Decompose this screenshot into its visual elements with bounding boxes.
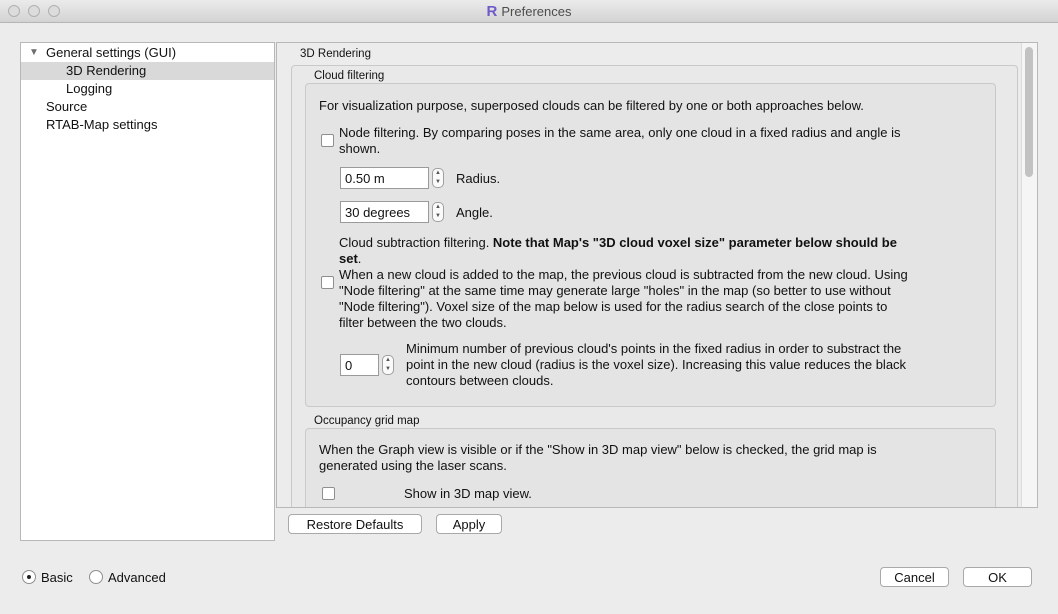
title-bar: RPreferences [0,0,1058,23]
radius-stepper[interactable]: ▲▼ [432,168,444,188]
node-filtering-line2: shown. [339,141,901,157]
node-filtering-checkbox[interactable] [321,134,334,147]
cancel-button[interactable]: Cancel [880,567,949,587]
tree-item-label: 3D Rendering [66,62,146,80]
cloud-subtraction-desc-line4: filter between the two clouds. [339,315,908,331]
advanced-radio-label[interactable]: Advanced [108,570,166,585]
show-in-3d-map-label: Show in 3D map view. [404,486,532,501]
apply-button[interactable]: Apply [436,514,502,534]
tree-item-logging[interactable]: Logging [21,80,274,98]
min-points-desc-line3: contours between clouds. [406,373,906,389]
cloud-subtraction-desc-line1: When a new cloud is added to the map, th… [339,267,908,283]
tree-item-rtab-map-settings[interactable]: RTAB-Map settings [21,116,274,134]
cloud-subtraction-heading-text: Cloud subtraction filtering. [339,235,493,250]
cloud-subtraction-note: Note that Map's "3D cloud voxel size" pa… [493,235,897,250]
min-points-desc-line1: Minimum number of previous cloud's point… [406,341,906,357]
angle-label: Angle. [456,205,493,220]
occupancy-grid-description: When the Graph view is visible or if the… [319,442,877,474]
radio-selected-dot-icon [27,575,31,579]
min-points-description: Minimum number of previous cloud's point… [406,341,906,389]
cloud-subtraction-desc-line3: "Node filtering"). Voxel size of the map… [339,299,908,315]
settings-tree[interactable]: ▼ General settings (GUI) 3D Rendering Lo… [20,42,275,541]
occupancy-desc-line2: generated using the laser scans. [319,458,877,474]
app-logo-icon: R [487,3,498,20]
node-filtering-label: Node filtering. By comparing poses in th… [339,125,901,157]
cloud-subtraction-note-end: set [339,251,358,266]
tree-item-label: Logging [66,80,112,98]
basic-radio-label[interactable]: Basic [41,570,73,585]
cloud-filtering-intro: For visualization purpose, superposed cl… [319,98,864,113]
cloud-filtering-title: Cloud filtering [314,70,384,82]
tree-item-3d-rendering[interactable]: 3D Rendering [21,62,274,80]
collapse-arrow-icon[interactable]: ▼ [29,44,39,62]
tree-item-label: RTAB-Map settings [46,116,158,134]
radius-label: Radius. [456,171,500,186]
cloud-subtraction-checkbox[interactable] [321,276,334,289]
node-filtering-line1: Node filtering. By comparing poses in th… [339,125,901,141]
basic-radio[interactable] [22,570,36,584]
window-title: Preferences [501,4,571,19]
radius-input[interactable] [340,167,429,189]
section-title: 3D Rendering [300,48,371,60]
min-points-desc-line2: point in the new cloud (radius is the vo… [406,357,906,373]
advanced-radio[interactable] [89,570,103,584]
show-in-3d-map-checkbox[interactable] [322,487,335,500]
cloud-subtraction-description: When a new cloud is added to the map, th… [339,267,908,331]
angle-stepper[interactable]: ▲▼ [432,202,444,222]
cloud-subtraction-desc-line2: "Node filtering" at the same time may ge… [339,283,908,299]
ok-button[interactable]: OK [963,567,1032,587]
occupancy-grid-title: Occupancy grid map [314,415,419,427]
angle-input[interactable] [340,201,429,223]
tree-item-general-settings[interactable]: ▼ General settings (GUI) [21,44,274,62]
panel-scrollbar[interactable] [1021,43,1037,507]
cloud-subtraction-period: . [358,251,362,266]
tree-item-label: Source [46,98,87,116]
min-points-stepper[interactable]: ▲▼ [382,355,394,375]
panel-scrollbar-thumb[interactable] [1025,47,1033,177]
cloud-subtraction-heading: Cloud subtraction filtering. Note that M… [339,235,897,267]
settings-panel[interactable]: 3D Rendering Cloud filtering For visuali… [276,42,1038,508]
restore-defaults-button[interactable]: Restore Defaults [288,514,422,534]
occupancy-desc-line1: When the Graph view is visible or if the… [319,442,877,458]
tree-item-source[interactable]: Source [21,98,274,116]
tree-item-label: General settings (GUI) [46,44,176,62]
min-points-input[interactable] [340,354,379,376]
window-title-container: RPreferences [0,3,1058,20]
